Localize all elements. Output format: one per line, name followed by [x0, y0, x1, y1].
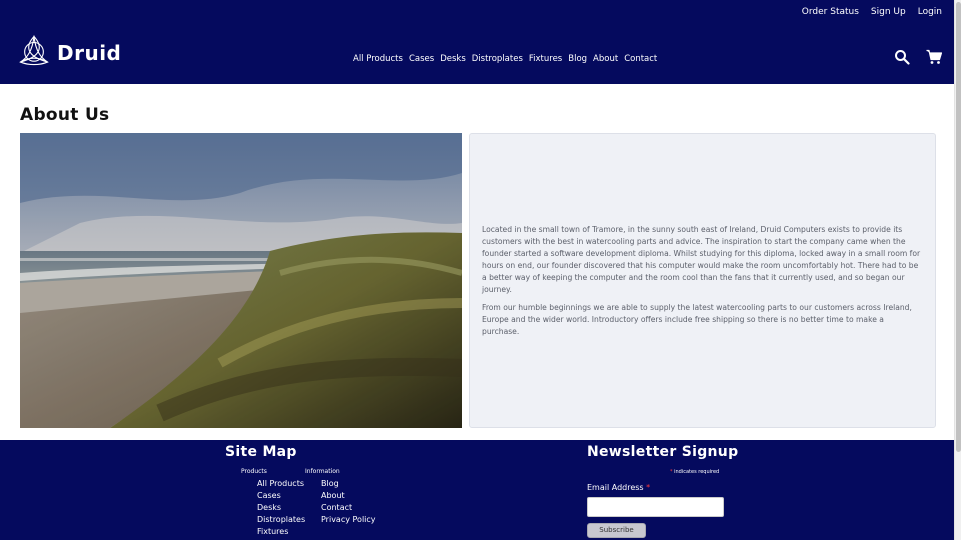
required-note: * indicates required [670, 469, 719, 475]
coastline-photo [20, 133, 462, 428]
footer-link-all-products[interactable]: All Products [257, 478, 305, 490]
nav-all-products[interactable]: All Products [353, 54, 403, 64]
footer-link-about[interactable]: About [321, 490, 376, 502]
page-scrollbar[interactable] [954, 0, 961, 540]
page-title: About Us [20, 105, 110, 125]
nav-fixtures[interactable]: Fixtures [529, 54, 562, 64]
nav-desks[interactable]: Desks [440, 54, 466, 64]
email-field[interactable] [587, 497, 724, 517]
subscribe-button[interactable]: Subscribe [587, 523, 646, 538]
footer-link-fixtures[interactable]: Fixtures [257, 526, 305, 538]
brand-name: Druid [57, 41, 122, 65]
sign-up-link[interactable]: Sign Up [871, 7, 906, 17]
information-heading: Information [305, 468, 340, 475]
nav-contact[interactable]: Contact [624, 54, 657, 64]
login-link[interactable]: Login [918, 7, 942, 17]
products-heading: Products [241, 468, 267, 475]
footer-link-cases[interactable]: Cases [257, 490, 305, 502]
email-label-text: Email Address [587, 483, 644, 492]
celtic-knot-icon [17, 34, 51, 72]
products-list: All Products Cases Desks Distroplates Fi… [257, 478, 305, 538]
required-star: * [670, 469, 673, 475]
information-list: Blog About Contact Privacy Policy [321, 478, 376, 526]
nav-cases[interactable]: Cases [409, 54, 434, 64]
nav-distroplates[interactable]: Distroplates [472, 54, 523, 64]
scrollbar-thumb[interactable] [956, 2, 961, 452]
header-actions [894, 49, 942, 65]
about-paragraph: Located in the small town of Tramore, in… [482, 224, 921, 294]
footer-link-privacy-policy[interactable]: Privacy Policy [321, 514, 376, 526]
order-status-link[interactable]: Order Status [802, 7, 859, 17]
about-paragraph: From our humble beginnings we are able t… [482, 302, 912, 336]
email-required-star: * [646, 483, 651, 492]
required-note-text: indicates required [674, 469, 720, 475]
nav-blog[interactable]: Blog [568, 54, 587, 64]
site-footer: Site Map Products All Products Cases Des… [0, 440, 954, 540]
site-header: Order Status Sign Up Login Druid All Pro… [0, 0, 954, 84]
email-label: Email Address * [587, 483, 650, 492]
newsletter-title: Newsletter Signup [587, 444, 739, 460]
footer-link-blog[interactable]: Blog [321, 478, 376, 490]
footer-link-distroplates[interactable]: Distroplates [257, 514, 305, 526]
about-text-card: Located in the small town of Tramore, in… [469, 133, 936, 428]
account-nav: Order Status Sign Up Login [802, 7, 942, 17]
footer-link-contact[interactable]: Contact [321, 502, 376, 514]
main-nav: All Products Cases Desks Distroplates Fi… [353, 54, 657, 64]
search-icon[interactable] [894, 49, 910, 65]
cart-icon[interactable] [926, 49, 942, 65]
footer-link-desks[interactable]: Desks [257, 502, 305, 514]
brand-logo-link[interactable]: Druid [17, 34, 121, 72]
sitemap-title: Site Map [225, 444, 297, 460]
nav-about[interactable]: About [593, 54, 618, 64]
